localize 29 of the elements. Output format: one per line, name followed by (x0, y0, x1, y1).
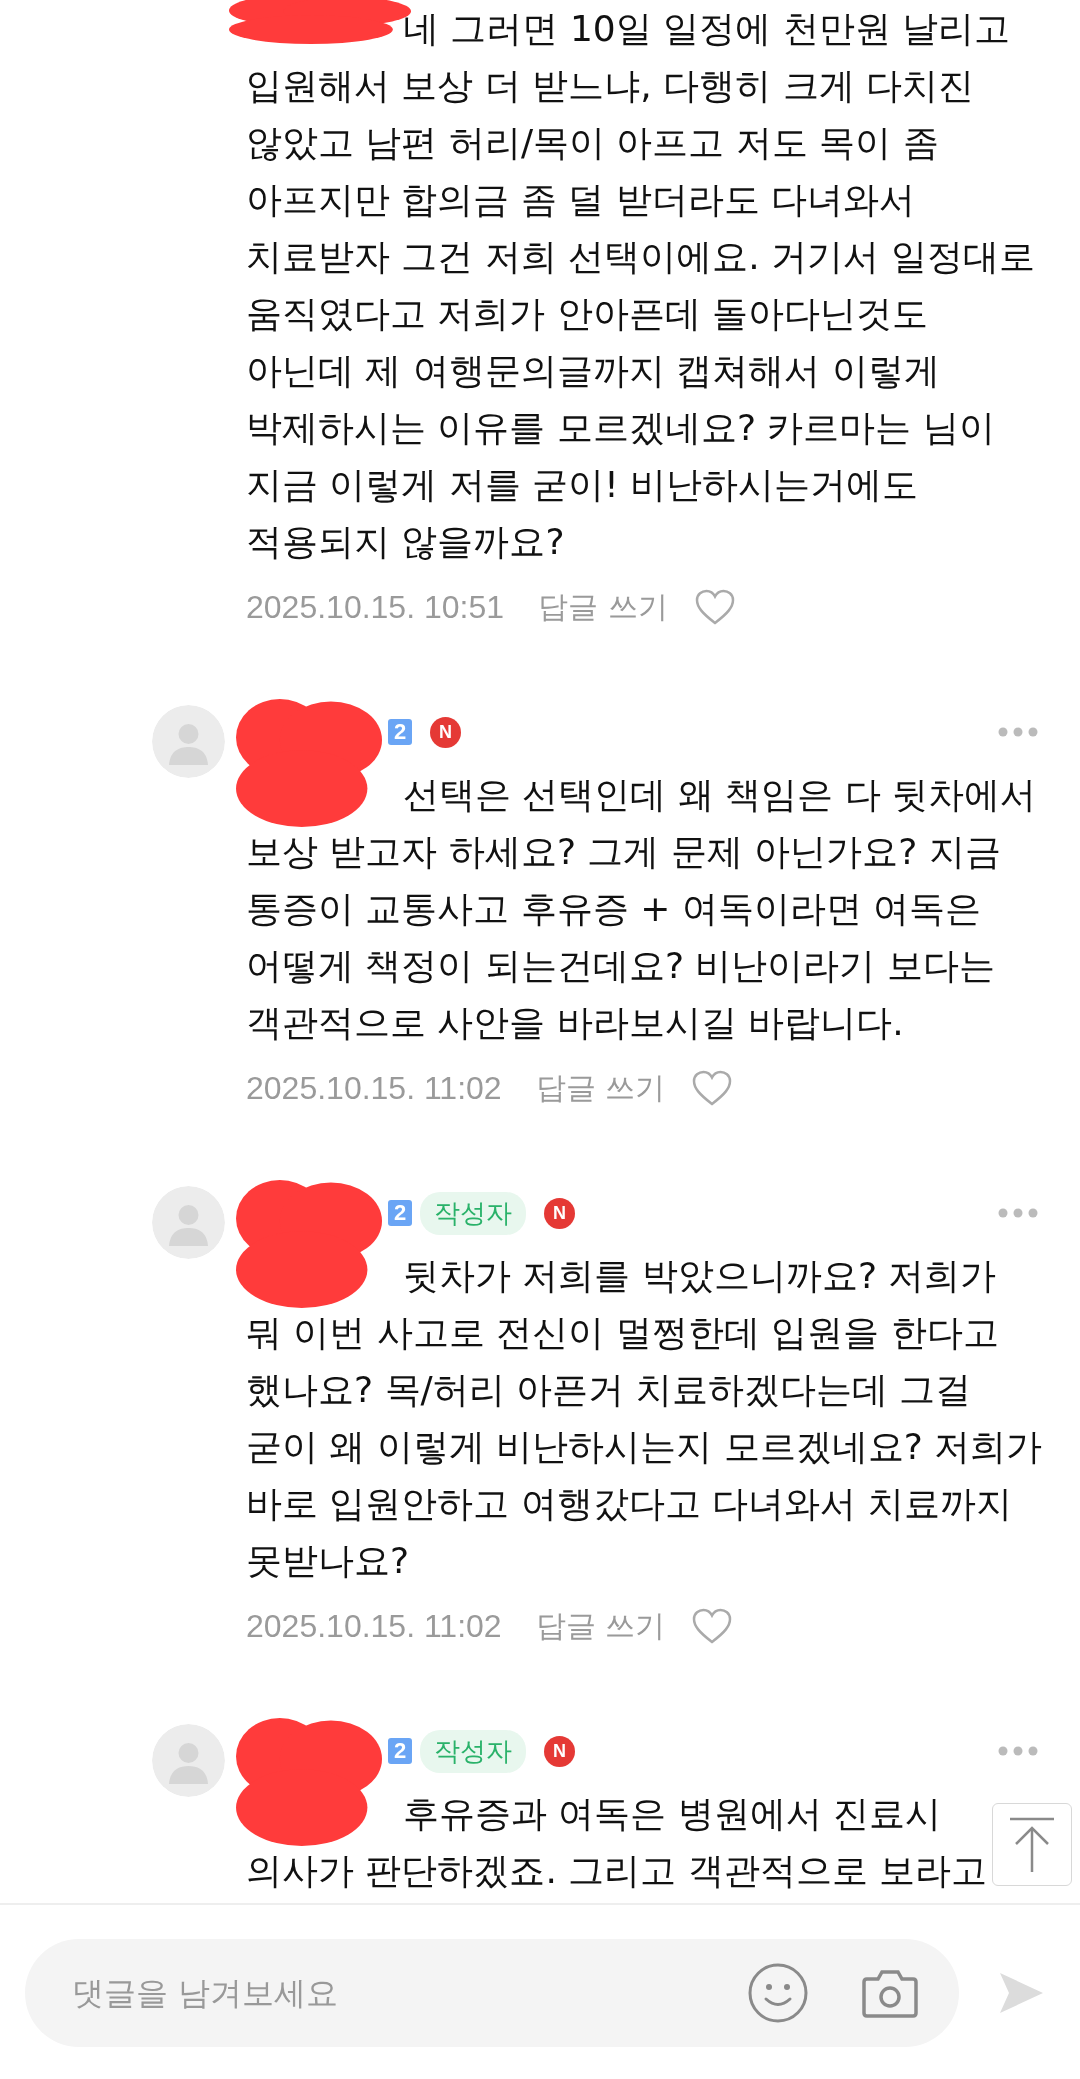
level-badge: 2 (388, 1738, 412, 1764)
camera-icon[interactable] (861, 1967, 919, 2019)
more-icon[interactable] (998, 1208, 1038, 1218)
comment-text: 선택은 선택인데 왜 책임은 다 뒷차에서 보상 받고자 하세요? 그게 문제 아닌가요? 지금 통증이 교통사고 후유증 + 여독이라면 여독은 어떻게 책정이 되는건데요? 비난이라기 보다는 객관적으로 사안을 바라보시길 바랍니다. (246, 773, 1037, 1045)
new-badge: N (544, 1735, 575, 1767)
new-badge: N (430, 716, 461, 748)
more-icon[interactable] (998, 727, 1038, 737)
reply-link[interactable]: 답글 쓰기 (538, 586, 668, 628)
author-tag: 작성자 (420, 1191, 526, 1235)
reply-link[interactable]: 답글 쓰기 (535, 1067, 666, 1109)
more-icon[interactable] (998, 1746, 1038, 1756)
comment-input[interactable]: 댓글을 남겨보세요 (70, 1973, 747, 2013)
comment-date: 2025.10.15. 11:02 (246, 1069, 502, 1107)
comment-date: 2025.10.15. 10:51 (246, 588, 504, 626)
comment-bar[interactable]: 댓글을 남겨보세요 (25, 1939, 959, 2047)
new-badge: N (544, 1197, 575, 1229)
level-badge: 2 (388, 719, 412, 745)
reply-link[interactable]: 답글 쓰기 (535, 1605, 666, 1647)
scroll-top-button[interactable] (992, 1803, 1072, 1886)
comment-text: 뒷차가 저희를 박았으니까요? 저희가 뭐 이번 사고로 전신이 멀쩡한데 입원을 한다고 했나요? 목/허리 아픈거 치료하겠다는데 그걸 굳이 왜 이렇게 비난하시는지 모르겠네요? 저희가 바로 입원안하고 여행갔다고 다녀와서 치료까지 못받나요? (246, 1254, 1043, 1583)
heart-icon[interactable] (691, 1069, 734, 1107)
level-badge: 2 (388, 1200, 412, 1226)
comment-text: 네 그러면 10일 일정에 천만원 날리고 입원해서 보상 더 받느냐, 다행히 크게 다치진 않았고 남편 허리/목이 아프고 저도 목이 좀 아프지만 합의금 좀 덜 받더라도 다녀와서 치료받자 그건 저희 선택이에요. 거기서 일정대로 움직였다고 저희가 안아픈데 돌아다닌것도 아닌데 제 여행문의글까지 캡쳐해서 이렇게 박제하시는 이유를 모르겠네요? 카르마는 님이 지금 이렇게 저를 굳이! 비난하시는거에도 적용되지 않을까요? (246, 7, 1035, 564)
comment-text: 후유증과 여독은 병원에서 진료시 의사가 판단하겠죠. 그리고 객관적으로 보라고 (246, 1792, 988, 1893)
heart-icon[interactable] (691, 1607, 734, 1645)
author-tag: 작성자 (420, 1729, 526, 1773)
heart-icon[interactable] (693, 588, 736, 626)
comment-date: 2025.10.15. 11:02 (246, 1607, 502, 1645)
smiley-icon[interactable] (747, 1962, 809, 2024)
